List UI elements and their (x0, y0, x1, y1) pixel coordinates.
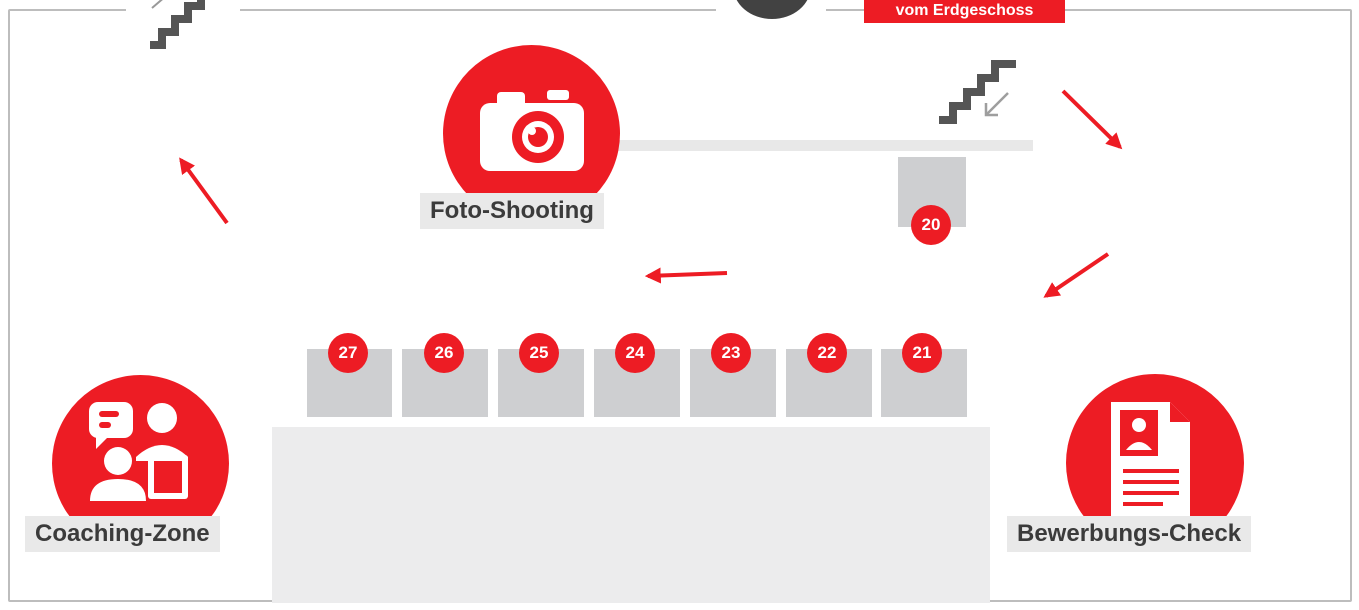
route-arrow-icon (179, 157, 229, 225)
route-arrow-icon (644, 267, 728, 284)
route-arrow-icon (1061, 89, 1123, 150)
route-arrow-icon (1043, 252, 1110, 298)
route-arrows-layer (179, 89, 1123, 298)
